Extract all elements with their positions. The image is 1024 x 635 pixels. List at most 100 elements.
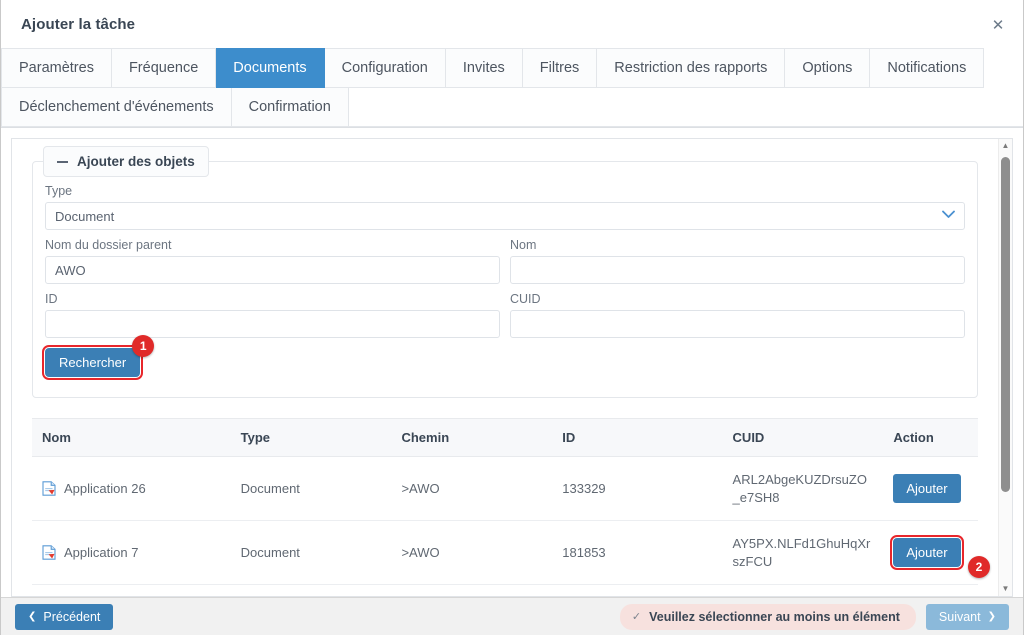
add-objects-panel-title: Ajouter des objets (77, 154, 195, 169)
table-row: SUIVI Document >AWO 181843 AZIzkBKZdm9DI… (32, 584, 978, 596)
cell-type: Document (230, 584, 392, 596)
scrollbar-track[interactable] (999, 153, 1012, 582)
validation-message: ✓ Veuillez sélectionner au moins un élém… (619, 603, 916, 630)
search-form: Type Nom du dossier parent (41, 184, 965, 385)
add-row-button[interactable]: Ajouter (890, 535, 964, 571)
add-task-dialog: Ajouter la tâche ✕ Paramètres Fréquence … (0, 0, 1024, 635)
id-input[interactable] (45, 310, 500, 338)
parent-folder-input[interactable] (45, 256, 500, 284)
webi-document-icon (42, 545, 56, 560)
col-header-action: Action (883, 418, 978, 457)
cell-action: Ajouter (883, 456, 978, 522)
cell-id: 181843 (552, 584, 723, 596)
content-scroll-area: Ajouter des objets Type Document Nom du … (12, 139, 998, 596)
col-header-type[interactable]: Type (230, 418, 392, 457)
field-cuid: CUID (510, 292, 965, 338)
add-objects-panel: Ajouter des objets Type Document Nom du … (32, 146, 978, 398)
cell-id: 133329 (552, 456, 723, 522)
webi-document-icon (42, 481, 56, 496)
cell-cuid: ARL2AbgeKUZDrsuZO_e7SH8 (722, 456, 884, 522)
table-row: Application 7 Document >AWO 181853 AY5PX… (32, 520, 990, 586)
footer-right: ✓ Veuillez sélectionner au moins un élém… (619, 603, 1009, 630)
tab-documents[interactable]: Documents (216, 48, 325, 88)
scroll-down-icon[interactable]: ▼ (999, 582, 1012, 596)
field-parent-folder-label: Nom du dossier parent (45, 238, 172, 252)
cell-type: Document (230, 520, 392, 586)
tab-row-2: Déclenchement d'événements Confirmation (1, 87, 1023, 127)
add-objects-panel-header[interactable]: Ajouter des objets (43, 146, 209, 177)
chevron-left-icon: ❮ (28, 610, 37, 622)
results-header-row: Nom Type Chemin ID CUID Action (32, 418, 978, 457)
col-header-cuid[interactable]: CUID (722, 418, 884, 457)
content-scrollbar[interactable]: ▲ ▼ (998, 139, 1012, 596)
col-header-chemin[interactable]: Chemin (391, 418, 553, 457)
col-header-id[interactable]: ID (552, 418, 723, 457)
field-type-label: Type (45, 184, 73, 198)
previous-button-label: Précédent (43, 609, 101, 624)
results-table: Nom Type Chemin ID CUID Action Applicati… (32, 418, 990, 596)
cell-cuid: AZIzkBKZdm9DIjsKocXz1uE (722, 584, 884, 596)
cell-type: Document (230, 456, 392, 522)
cell-nom-text: Application 26 (64, 481, 146, 497)
field-id-label: ID (45, 292, 58, 306)
search-button-wrap: Rechercher 1 (41, 335, 155, 380)
results-table-wrap: Nom Type Chemin ID CUID Action Applicati… (32, 418, 990, 596)
tab-row-1: Paramètres Fréquence Documents Configura… (1, 48, 1023, 88)
scrollbar-thumb[interactable] (1001, 157, 1010, 492)
cell-nom: SUIVI (32, 584, 231, 596)
tab-invites[interactable]: Invites (445, 48, 523, 88)
cell-chemin: >AWO (391, 584, 553, 596)
tab-parametres[interactable]: Paramètres (1, 48, 112, 88)
tab-options[interactable]: Options (785, 48, 871, 88)
dialog-titlebar: Ajouter la tâche ✕ (1, 0, 1023, 48)
field-cuid-label: CUID (510, 292, 541, 306)
field-search-action: Rechercher 1 (41, 335, 965, 380)
tab-notifications[interactable]: Notifications (870, 48, 985, 88)
tab-bar: Paramètres Fréquence Documents Configura… (1, 48, 1023, 128)
field-nom-label: Nom (510, 238, 537, 252)
col-header-nom[interactable]: Nom (32, 418, 231, 457)
cuid-input[interactable] (510, 310, 965, 338)
tab-declenchement-d-evenements[interactable]: Déclenchement d'événements (1, 87, 232, 127)
cell-action: Ajouter 2 (883, 520, 990, 586)
field-nom: Nom (510, 238, 965, 284)
field-id: ID (45, 292, 500, 338)
type-select[interactable] (45, 202, 965, 230)
table-row: Application 26 Document >AWO 133329 ARL2… (32, 456, 978, 522)
chevron-right-icon: ❯ (987, 610, 996, 622)
dialog-footer: ❮ Précédent ✓ Veuillez sélectionner au m… (1, 597, 1023, 635)
tab-frequence[interactable]: Fréquence (111, 48, 217, 88)
minus-icon[interactable] (57, 160, 68, 163)
content-frame: Ajouter des objets Type Document Nom du … (11, 138, 1013, 597)
tab-confirmation[interactable]: Confirmation (231, 87, 349, 127)
results-table-body: Application 26 Document >AWO 133329 ARL2… (32, 456, 990, 596)
tab-filtres[interactable]: Filtres (522, 48, 598, 88)
nom-input[interactable] (510, 256, 965, 284)
cell-nom-text: Application 7 (64, 545, 139, 561)
cell-nom: Application 26 (32, 456, 231, 522)
scroll-up-icon[interactable]: ▲ (999, 139, 1012, 153)
annotation-badge-2: 2 (968, 556, 990, 579)
tab-configuration[interactable]: Configuration (324, 48, 446, 88)
type-select-wrap (45, 202, 965, 230)
footer-left: ❮ Précédent (15, 603, 114, 630)
cell-action: Ajouter (883, 584, 978, 596)
cell-cuid: AY5PX.NLFd1GhuHqXrszFCU (722, 520, 884, 586)
previous-button[interactable]: ❮ Précédent (15, 603, 114, 630)
tab-restriction-des-rapports[interactable]: Restriction des rapports (597, 48, 786, 88)
field-type: Type (45, 184, 965, 230)
close-icon[interactable]: ✕ (987, 14, 1009, 36)
cell-chemin: >AWO (391, 520, 553, 586)
search-button[interactable]: Rechercher (41, 345, 144, 380)
validation-message-text: Veuillez sélectionner au moins un élémen… (649, 609, 900, 624)
tab-row-filler (984, 48, 1023, 88)
tab-row-filler-2 (348, 87, 1023, 127)
field-parent-folder: Nom du dossier parent (45, 238, 500, 284)
dialog-title: Ajouter la tâche (21, 15, 136, 33)
next-button[interactable]: Suivant ❯ (925, 603, 1009, 630)
cell-nom: Application 7 (32, 520, 231, 586)
add-row-button[interactable]: Ajouter (893, 474, 961, 504)
annotation-badge-1: 1 (132, 335, 155, 357)
dialog-content: Ajouter des objets Type Document Nom du … (1, 128, 1023, 597)
results-table-head: Nom Type Chemin ID CUID Action (32, 418, 978, 457)
